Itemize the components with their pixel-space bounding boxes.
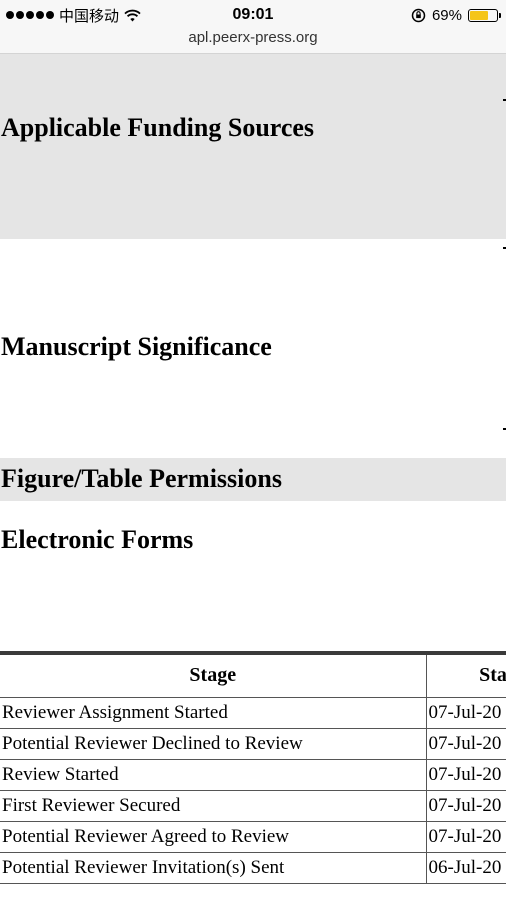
stage-cell: Potential Reviewer Invitation(s) Sent [0,851,427,884]
table-row: First Reviewer Secured 07-Jul-20 [0,789,506,822]
date-cell: 07-Jul-20 [425,820,506,853]
table-row: Potential Reviewer Declined to Review 07… [0,727,506,760]
section-electronic-forms: Electronic Forms [0,501,506,651]
table-row: Review Started 07-Jul-20 [0,758,506,791]
stage-cell: Potential Reviewer Agreed to Review [0,820,427,853]
stage-cell: Review Started [0,758,427,791]
date-cell: 07-Jul-20 [425,758,506,791]
page-url[interactable]: apl.peerx-press.org [0,28,506,48]
section-figure-permissions: Figure/Table Permissions [0,458,506,501]
page-content: Applicable Funding Sources Manuscript Si… [0,54,506,900]
orientation-lock-icon [411,8,426,22]
section-heading-funding: Applicable Funding Sources [1,113,315,142]
battery-icon [468,8,501,22]
section-heading-significance: Manuscript Significance [1,332,272,361]
section-manuscript-significance: Manuscript Significance [0,239,506,458]
table-row: Potential Reviewer Invitation(s) Sent 06… [0,851,506,884]
section-funding-sources: Applicable Funding Sources [0,54,506,239]
stage-cell: Reviewer Assignment Started [0,696,427,729]
stage-cell: First Reviewer Secured [0,789,427,822]
table-header-row: Stage Sta [0,655,506,698]
battery-level-fill [470,10,488,20]
ios-status-bar: 中国移动 09:01 69% apl.peerx-press.org [0,0,506,54]
manuscript-history-table: Stage Sta Reviewer Assignment Started 07… [0,651,506,884]
battery-percent: 69% [431,6,462,24]
section-heading-electronic-forms: Electronic Forms [1,525,194,554]
table-row: Reviewer Assignment Started 07-Jul-20 [0,696,506,729]
date-cell: 07-Jul-20 [425,727,506,760]
date-cell: 07-Jul-20 [425,789,506,822]
date-cell: 06-Jul-20 [425,851,506,884]
table-row: Potential Reviewer Agreed to Review 07-J… [0,820,506,853]
column-header-stage: Stage [0,655,427,698]
date-cell: 07-Jul-20 [425,696,506,729]
history-table: Stage Sta Reviewer Assignment Started 07… [0,655,506,884]
column-header-start-date: Sta [425,655,506,698]
section-heading-permissions: Figure/Table Permissions [1,464,282,493]
stage-cell: Potential Reviewer Declined to Review [0,727,427,760]
